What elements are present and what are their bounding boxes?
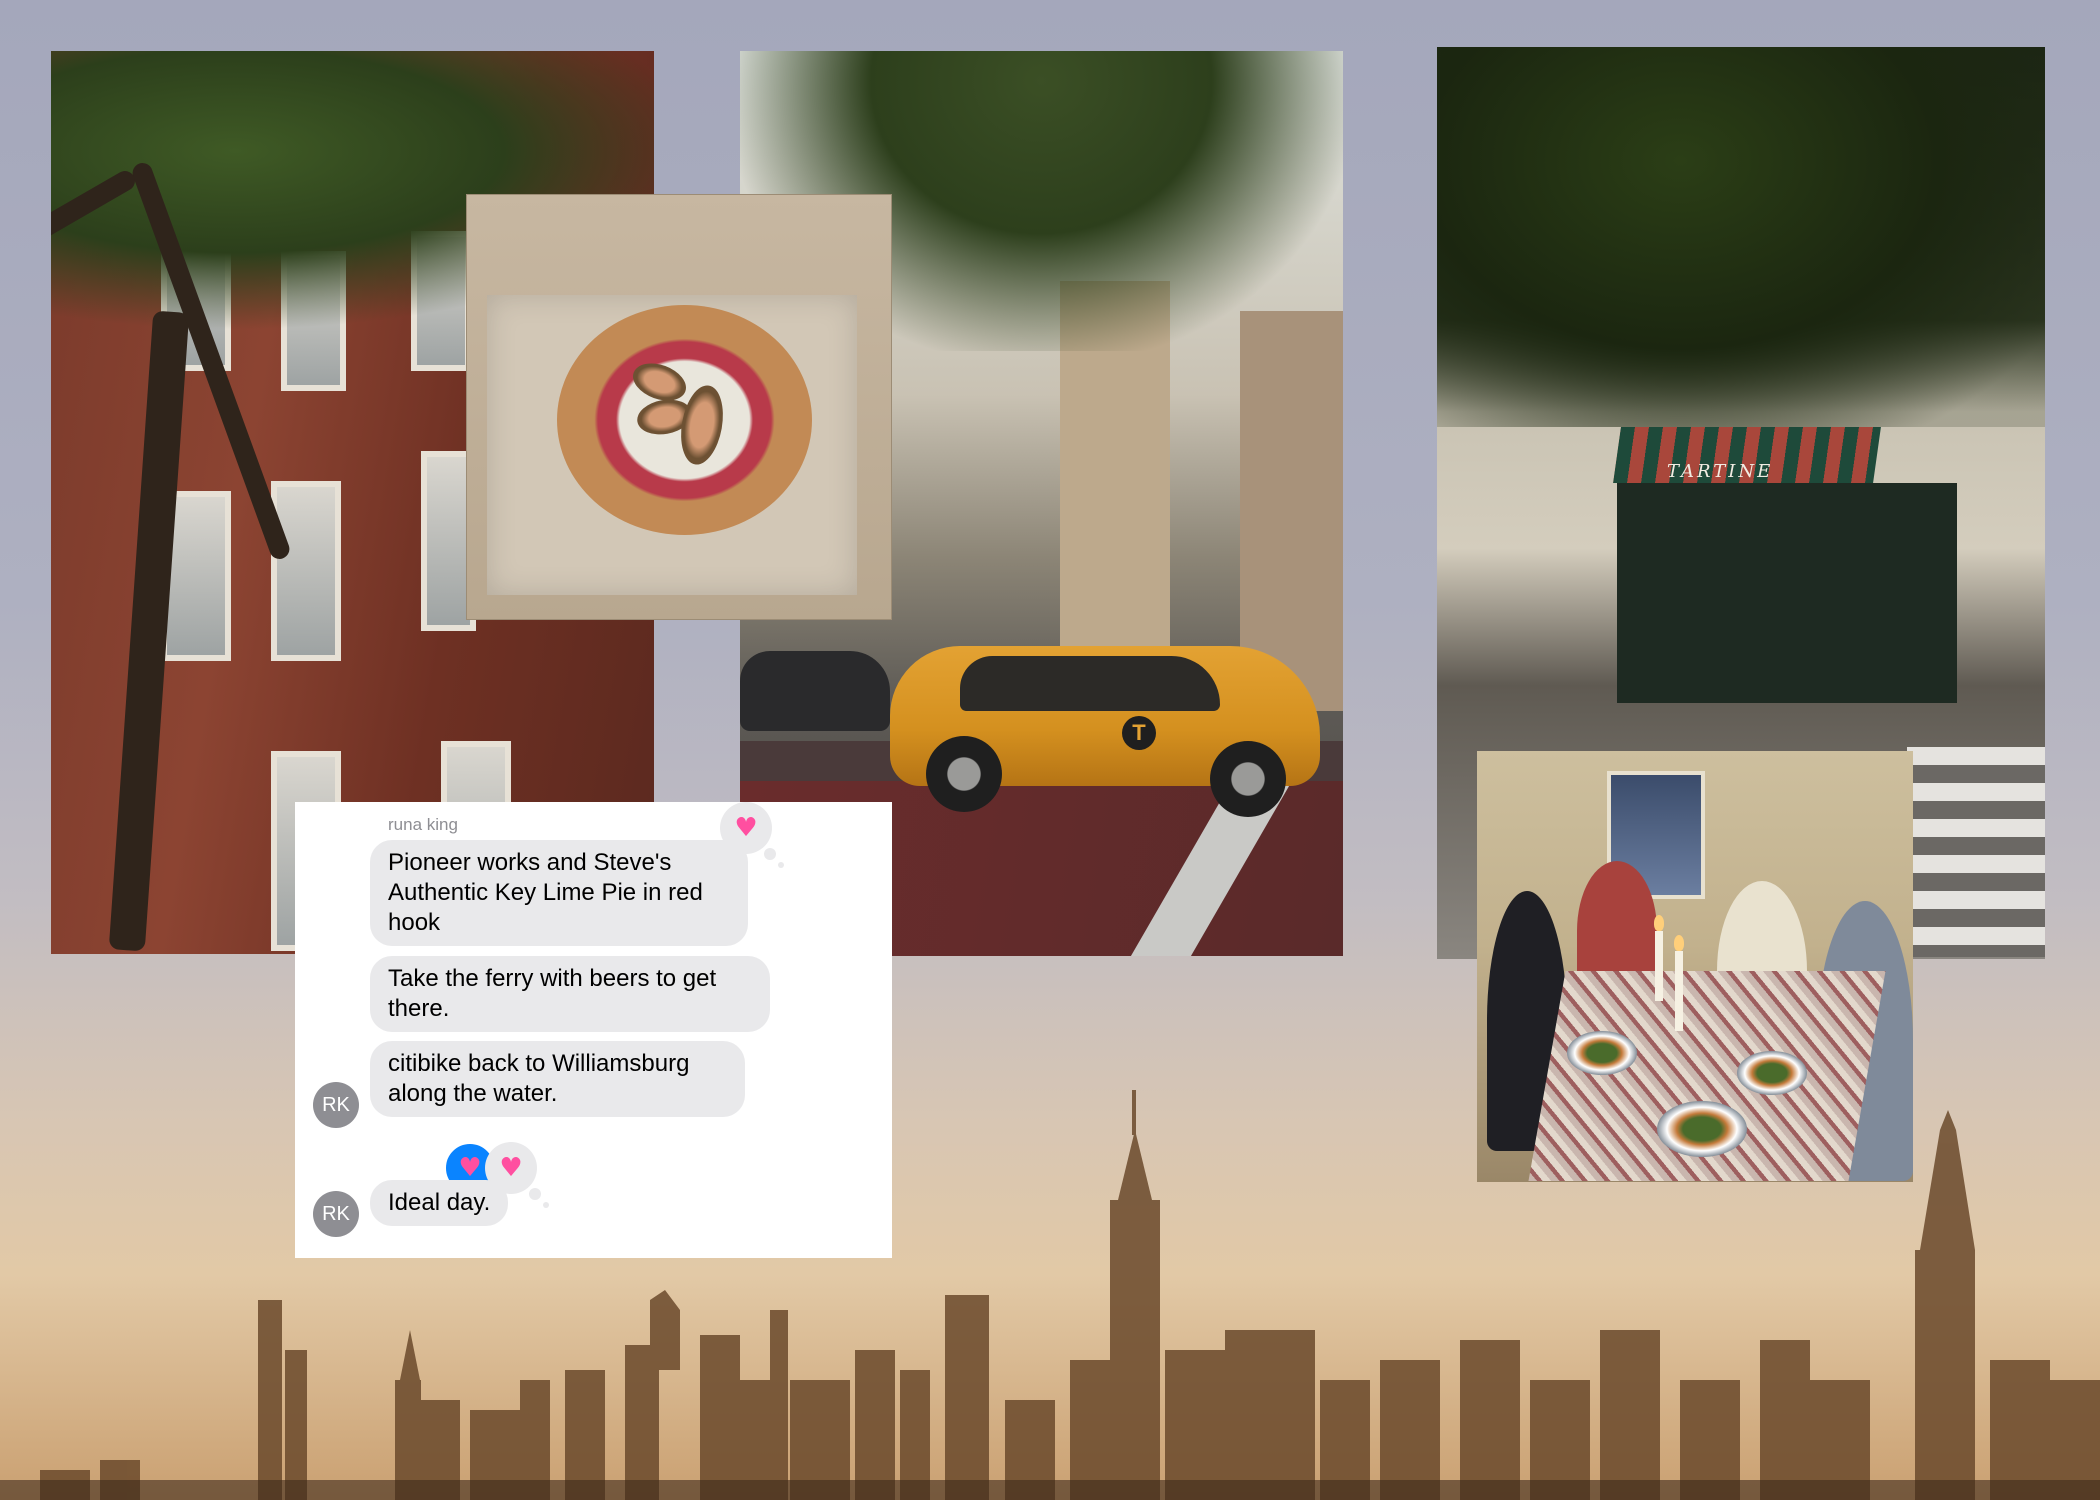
message-bubble[interactable]: citibike back to Williamsburg along the …	[370, 1041, 745, 1117]
heart-icon: ♥	[734, 813, 758, 843]
avatar[interactable]: RK	[313, 1191, 359, 1237]
message-thread: runa king Pioneer works and Steve's Auth…	[295, 802, 892, 1258]
sender-name: runa king	[388, 815, 458, 834]
fig-tart-photo	[466, 194, 892, 620]
message-bubble[interactable]: Take the ferry with beers to get there.	[370, 956, 770, 1032]
heart-reaction[interactable]: ♥	[720, 802, 784, 868]
heart-icon: ♥	[458, 1153, 482, 1183]
message-bubble[interactable]: Ideal day.	[370, 1180, 509, 1226]
dinner-party-photo	[1477, 751, 1913, 1182]
avatar[interactable]: RK	[313, 1082, 359, 1128]
tartine-sign: TARTINE	[1667, 461, 1774, 482]
heart-icon: ♥	[499, 1153, 523, 1183]
message-bubble[interactable]: Pioneer works and Steve's Authentic Key …	[370, 840, 748, 946]
